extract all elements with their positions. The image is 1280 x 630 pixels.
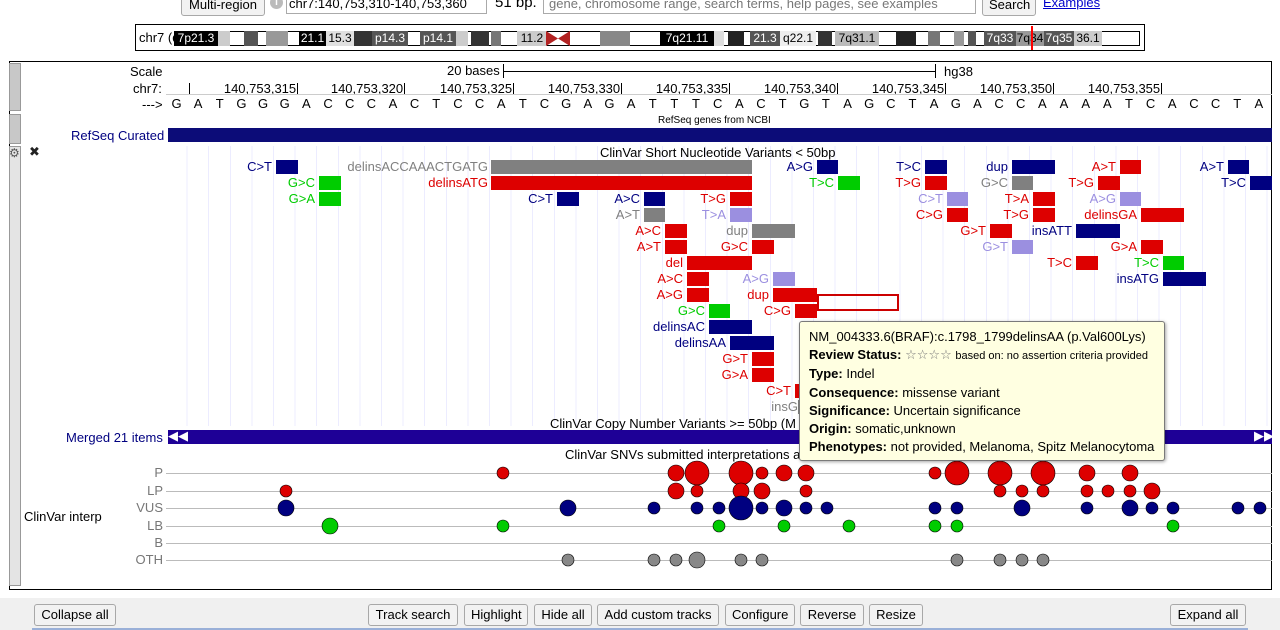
tooltip-consequence-value: missense variant bbox=[902, 384, 1000, 400]
interp-dot[interactable] bbox=[667, 464, 685, 482]
interp-dot[interactable] bbox=[993, 484, 1007, 498]
interp-dot[interactable] bbox=[321, 517, 339, 535]
interp-dot[interactable] bbox=[950, 519, 964, 533]
tooltip-consequence-label: Consequence: bbox=[809, 384, 899, 400]
resize-button[interactable]: Resize bbox=[869, 604, 923, 626]
hide-all-button[interactable]: Hide all bbox=[534, 604, 592, 626]
interp-dot[interactable] bbox=[734, 553, 748, 567]
interp-dot[interactable] bbox=[928, 519, 942, 533]
tooltip-type-value: Indel bbox=[846, 366, 875, 382]
interp-dot[interactable] bbox=[690, 484, 704, 498]
interp-dot[interactable] bbox=[1253, 501, 1267, 515]
interp-dot[interactable] bbox=[728, 495, 754, 521]
interp-dot[interactable] bbox=[277, 499, 295, 517]
interp-dot[interactable] bbox=[755, 501, 769, 515]
interp-dot[interactable] bbox=[1145, 501, 1159, 515]
tooltip-type-row: Type: Indel bbox=[809, 365, 1155, 383]
expand-all-button[interactable]: Expand all bbox=[1170, 604, 1246, 626]
interp-dot[interactable] bbox=[753, 482, 771, 500]
interp-dot[interactable] bbox=[1231, 501, 1245, 515]
interp-dot[interactable] bbox=[928, 501, 942, 515]
track-search-button[interactable]: Track search bbox=[368, 604, 458, 626]
tooltip-variant-name: NM_004333.6(BRAF):c.1798_1799delinsAA (p… bbox=[809, 329, 1146, 344]
configure-button[interactable]: Configure bbox=[725, 604, 795, 626]
interp-dot[interactable] bbox=[1015, 484, 1029, 498]
interp-dot[interactable] bbox=[799, 484, 813, 498]
interp-dot[interactable] bbox=[993, 553, 1007, 567]
tooltip-review-row: Review Status: ☆☆☆☆ based on: no asserti… bbox=[809, 346, 1155, 365]
interp-dot[interactable] bbox=[667, 482, 685, 500]
interp-dot[interactable] bbox=[842, 519, 856, 533]
tooltip-phenotypes-row: Phenotypes: not provided, Melanoma, Spit… bbox=[809, 438, 1155, 456]
highlight-button[interactable]: Highlight bbox=[464, 604, 528, 626]
interp-dot[interactable] bbox=[987, 460, 1013, 486]
interp-dot[interactable] bbox=[496, 519, 510, 533]
interp-dot[interactable] bbox=[690, 501, 704, 515]
tooltip-origin-value: somatic,unknown bbox=[855, 421, 956, 437]
interp-dot[interactable] bbox=[950, 501, 964, 515]
interp-dot[interactable] bbox=[777, 519, 791, 533]
tooltip-phenotypes-label: Phenotypes: bbox=[809, 439, 888, 455]
interp-dot[interactable] bbox=[1101, 484, 1115, 498]
interp-dot[interactable] bbox=[1121, 464, 1139, 482]
interp-dot[interactable] bbox=[728, 460, 754, 486]
interp-dot[interactable] bbox=[1030, 460, 1056, 486]
interp-dot[interactable] bbox=[1078, 464, 1096, 482]
tooltip-significance-row: Significance: Uncertain significance bbox=[809, 402, 1155, 420]
interp-dot[interactable] bbox=[279, 484, 293, 498]
interp-dot-plot[interactable] bbox=[0, 0, 1280, 600]
interp-dot[interactable] bbox=[1143, 482, 1161, 500]
tooltip-phenotypes-value: not provided, Melanoma, Spitz Melanocyto… bbox=[890, 439, 1155, 455]
interp-dot[interactable] bbox=[1080, 501, 1094, 515]
interp-dot[interactable] bbox=[1080, 484, 1094, 498]
interp-dot[interactable] bbox=[755, 553, 769, 567]
interp-dot[interactable] bbox=[928, 466, 942, 480]
interp-dot[interactable] bbox=[1121, 499, 1139, 517]
interp-dot[interactable] bbox=[1015, 553, 1029, 567]
interp-dot[interactable] bbox=[712, 519, 726, 533]
tooltip-origin-row: Origin: somatic,unknown bbox=[809, 420, 1155, 438]
interp-dot[interactable] bbox=[775, 464, 793, 482]
tooltip-significance-label: Significance: bbox=[809, 402, 890, 418]
interp-dot[interactable] bbox=[797, 464, 815, 482]
interp-dot[interactable] bbox=[647, 553, 661, 567]
interp-dot[interactable] bbox=[1036, 484, 1050, 498]
tooltip-review-label: Review Status: bbox=[809, 347, 902, 363]
tooltip-review-note: based on: no assertion criteria provided bbox=[955, 350, 1148, 363]
interp-dot[interactable] bbox=[820, 501, 834, 515]
interp-dot[interactable] bbox=[647, 501, 661, 515]
reverse-button[interactable]: Reverse bbox=[800, 604, 864, 626]
interp-dot[interactable] bbox=[561, 553, 575, 567]
interp-dot[interactable] bbox=[496, 466, 510, 480]
tooltip-origin-label: Origin: bbox=[809, 421, 852, 437]
interp-dot[interactable] bbox=[1123, 484, 1137, 498]
interp-dot[interactable] bbox=[1036, 553, 1050, 567]
tooltip-consequence-row: Consequence: missense variant bbox=[809, 384, 1155, 402]
interp-dot[interactable] bbox=[775, 499, 793, 517]
tooltip-type-label: Type: bbox=[809, 366, 843, 382]
review-stars-icon: ☆☆☆☆ bbox=[905, 347, 952, 363]
interp-dot[interactable] bbox=[755, 466, 769, 480]
interp-dot[interactable] bbox=[1013, 499, 1031, 517]
interp-dot[interactable] bbox=[684, 460, 710, 486]
interp-dot[interactable] bbox=[944, 460, 970, 486]
interp-dot[interactable] bbox=[688, 551, 706, 569]
interp-dot[interactable] bbox=[1166, 501, 1180, 515]
interp-dot[interactable] bbox=[950, 553, 964, 567]
variant-tooltip: NM_004333.6(BRAF):c.1798_1799delinsAA (p… bbox=[799, 321, 1165, 461]
interp-dot[interactable] bbox=[799, 501, 813, 515]
interp-dot[interactable] bbox=[669, 553, 683, 567]
interp-dot[interactable] bbox=[712, 501, 726, 515]
add-custom-tracks-button[interactable]: Add custom tracks bbox=[597, 604, 719, 626]
collapse-all-button[interactable]: Collapse all bbox=[34, 604, 116, 626]
interp-dot[interactable] bbox=[559, 499, 577, 517]
tooltip-significance-value: Uncertain significance bbox=[893, 402, 1021, 418]
interp-dot[interactable] bbox=[1166, 519, 1180, 533]
